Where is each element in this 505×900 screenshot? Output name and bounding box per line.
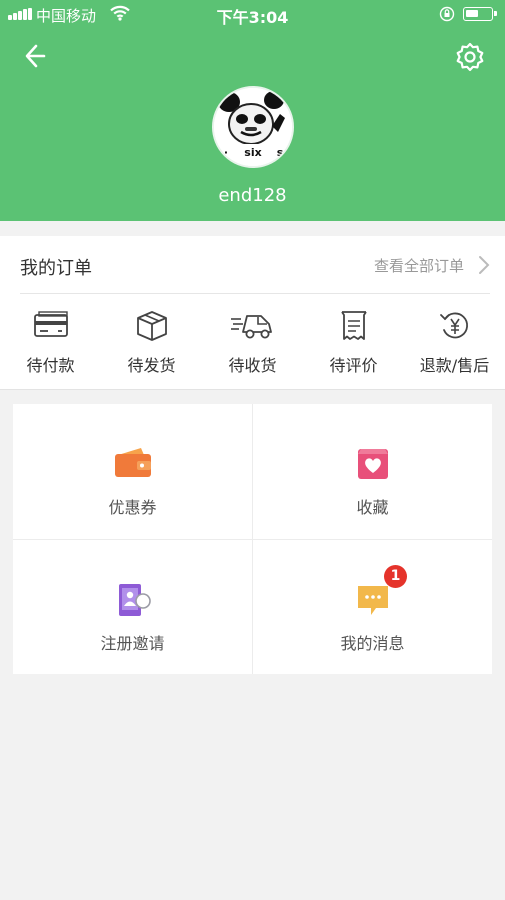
order-pending-shipment[interactable]: 待发货 <box>101 308 202 380</box>
avatar[interactable]: six · s <box>212 86 294 168</box>
order-item-label: 待付款 <box>26 356 75 375</box>
invite-label: 注册邀请 <box>100 634 165 653</box>
order-pending-review[interactable]: 待评价 <box>303 308 404 380</box>
coupon-label: 优惠券 <box>108 498 157 517</box>
heart-icon <box>357 449 388 479</box>
view-all-orders-link[interactable]: 查看全部订单 <box>374 236 490 294</box>
clock-time: 下午3:04 <box>216 8 289 27</box>
wallet-icon <box>114 448 151 477</box>
message-icon <box>357 586 388 615</box>
settings-button[interactable] <box>450 38 490 76</box>
order-pending-payment[interactable]: 待付款 <box>0 308 101 380</box>
package-box-icon <box>136 311 167 341</box>
avatar-caption: six <box>244 146 261 159</box>
order-item-label: 退款/售后 <box>419 356 490 375</box>
view-all-orders-label: 查看全部订单 <box>373 256 464 275</box>
order-item-label: 待收货 <box>228 356 277 375</box>
order-item-label: 待发货 <box>127 356 176 375</box>
battery-icon <box>463 7 497 21</box>
refund-yen-icon <box>439 312 468 339</box>
order-item-label: 待评价 <box>329 356 378 375</box>
coupon-cell[interactable]: 优惠券 <box>13 404 252 539</box>
card-icon <box>33 311 68 337</box>
chevron-right-icon <box>479 256 490 274</box>
invite-user-icon <box>118 584 151 616</box>
orders-title: 我的订单 <box>20 258 92 279</box>
orientation-lock-icon <box>439 6 455 22</box>
favorites-cell[interactable]: 收藏 <box>253 404 492 539</box>
receipt-icon <box>340 311 367 340</box>
order-pending-receipt[interactable]: 待收货 <box>202 308 303 380</box>
panda-meme-avatar: six · s <box>214 88 292 166</box>
service-grid: 优惠券 收藏 注册邀请 我的消息 <box>13 404 492 674</box>
svg-text:s: s <box>277 146 284 159</box>
profile-header: 中国移动 下午3:04 six · s end128 <box>0 0 505 221</box>
svg-text:·: · <box>224 146 228 159</box>
status-bar: 中国移动 下午3:04 <box>0 0 505 28</box>
invite-cell[interactable]: 注册邀请 <box>13 540 252 675</box>
messages-label: 我的消息 <box>340 634 405 653</box>
orders-header: 我的订单 查看全部订单 <box>20 236 490 294</box>
unread-messages-badge: 1 <box>384 565 407 588</box>
order-refund-aftersale[interactable]: 退款/售后 <box>404 308 505 380</box>
username: end128 <box>218 185 287 206</box>
order-status-row: 待付款 待发货 待收货 待评价 退款/售后 <box>0 308 505 380</box>
my-orders-section: 我的订单 查看全部订单 待付款 待发货 待收货 待评价 退款/售后 <box>0 236 505 390</box>
delivery-truck-icon <box>230 315 272 339</box>
back-arrow-icon <box>25 44 46 68</box>
back-button[interactable] <box>18 38 54 74</box>
favorites-label: 收藏 <box>356 498 389 517</box>
settings-gear-icon <box>456 42 484 72</box>
messages-cell[interactable]: 我的消息 <box>253 540 492 675</box>
